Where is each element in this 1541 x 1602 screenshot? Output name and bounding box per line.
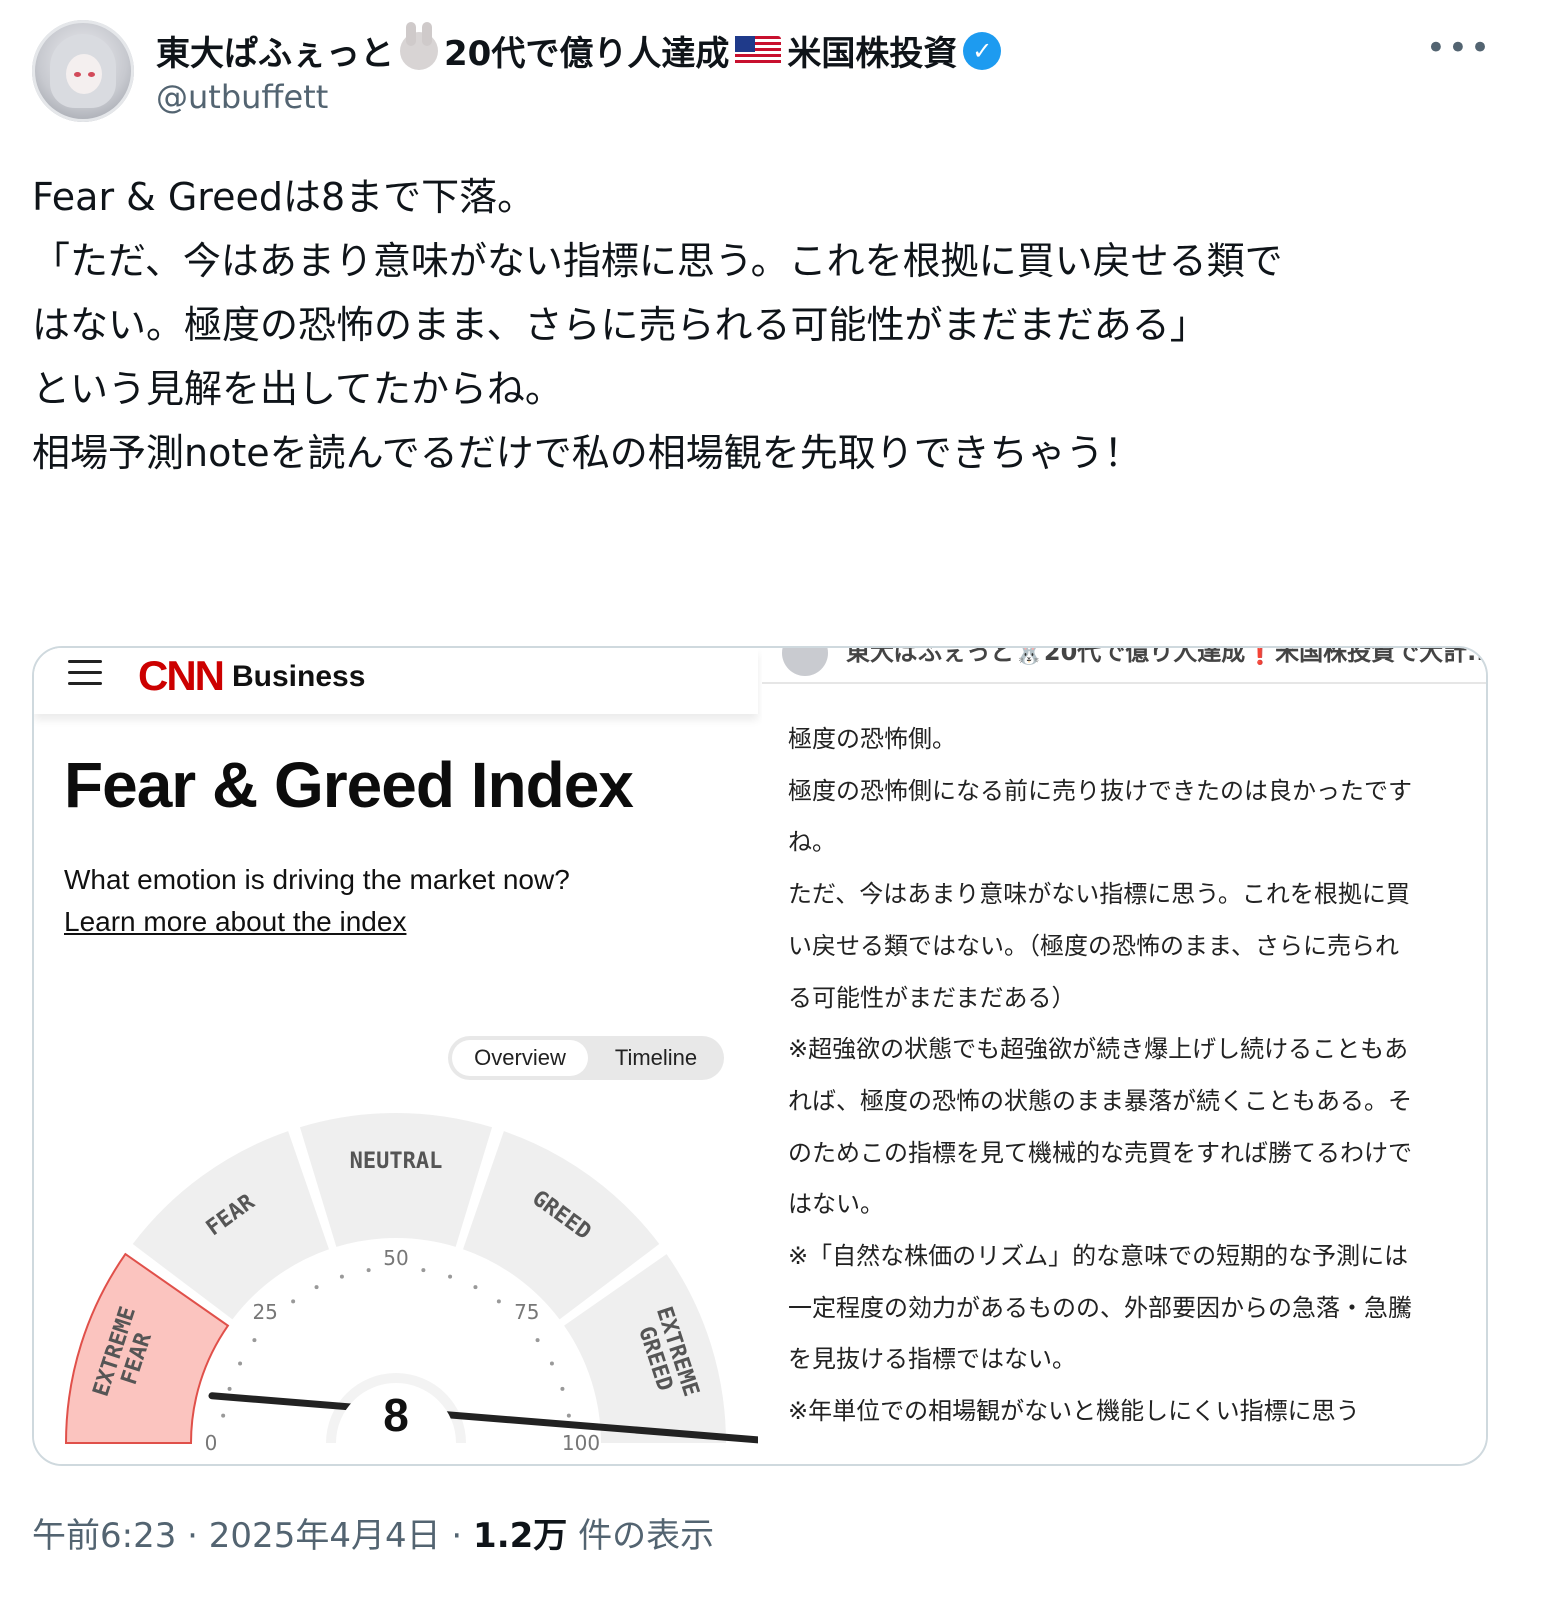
more-options-icon[interactable]: ••• — [1426, 28, 1492, 68]
note-line: ただ、今はあまり意味がない指標に思う。これを根拠に買 — [788, 880, 1410, 909]
cnn-logo: CNN — [138, 652, 225, 699]
hamburger-menu-icon — [68, 660, 102, 686]
fear-greed-title: Fear & Greed Index — [64, 749, 634, 821]
gauge-tick-dot — [421, 1268, 426, 1273]
gauge-tick-label: 75 — [514, 1300, 539, 1324]
note-author-name: 東大ぱふぇっと🐰20代で億り人達成❗米国株投資で大計... — [846, 648, 1486, 666]
note-author-avatar — [782, 648, 828, 676]
tweet-line: Fear & Greedは8まで下落。 — [32, 175, 536, 219]
gauge-value: 8 — [383, 1389, 409, 1441]
gauge-tick-dot — [291, 1299, 296, 1304]
tweet-line: 「ただ、今はあまり意味がない指標に思う。これを根拠に買い戻せる類で — [32, 239, 1283, 283]
note-header: 東大ぱふぇっと🐰20代で億り人達成❗米国株投資で大計... — [762, 648, 1486, 684]
tweet-line: という見解を出してたからね。 — [32, 367, 563, 411]
author-handle[interactable]: @utbuffett — [156, 78, 328, 116]
note-screenshot: 東大ぱふぇっと🐰20代で億り人達成❗米国株投資で大計... 極度の恐怖側。 極度… — [762, 648, 1486, 1464]
cnn-section-label: Business — [232, 660, 366, 693]
note-line: れば、極度の恐怖の状態のまま暴落が続くこともある。そ — [788, 1086, 1412, 1115]
gauge-tick-dot — [221, 1413, 226, 1418]
tab-overview: Overview — [452, 1040, 588, 1076]
author-name-part3: 米国株投資 — [787, 34, 958, 74]
tweet-header: 東大ぱふぇっと 20代で億り人達成 米国株投資 ✓ @utbuffett ••• — [32, 20, 1512, 130]
author-name-part2: 20代で億り人達成 — [444, 34, 730, 74]
tweet-time[interactable]: 午前6:23 — [32, 1516, 176, 1556]
verified-badge-icon: ✓ — [963, 31, 1002, 70]
note-line: を見抜ける指標ではない。 — [788, 1345, 1076, 1374]
gauge-tick-dot — [448, 1274, 453, 1279]
gauge-tick-dot — [560, 1386, 565, 1391]
author-name-part1: 東大ぱふぇっと — [156, 34, 394, 74]
gauge-tick-dot — [549, 1361, 554, 1366]
tab-timeline: Timeline — [614, 1045, 698, 1070]
note-line: のためこの指標を見て機械的な売買をすれば勝てるわけで — [788, 1138, 1412, 1167]
fear-greed-question: What emotion is driving the market now? — [64, 864, 570, 895]
learn-more-link: Learn more about the index — [64, 906, 407, 937]
tweet-text: Fear & Greedは8まで下落。 「ただ、今はあまり意味がない指標に思う。… — [32, 165, 1502, 485]
author-display-name[interactable]: 東大ぱふぇっと 20代で億り人達成 米国株投資 ✓ — [156, 21, 1002, 75]
tweet-media[interactable]: CNN Business Fear & Greed Index What emo… — [32, 646, 1488, 1466]
gauge-tick-dot — [535, 1338, 540, 1343]
note-body: 極度の恐怖側。 極度の恐怖側になる前に売り抜けできたのは良かったです ね。 ただ… — [788, 714, 1468, 1438]
rabbit-icon — [400, 21, 438, 70]
tweet-footer: 午前6:23 · 2025年4月4日 · 1.2万 件の表示 — [32, 1508, 714, 1557]
gauge-tick-dot — [227, 1386, 232, 1391]
view-count: 1.2万 — [473, 1516, 568, 1556]
note-line: はない。 — [788, 1190, 884, 1219]
view-toggle: Overview Timeline — [448, 1036, 724, 1080]
note-line: 一定程度の効力があるものの、外部要因からの急落・急騰 — [788, 1293, 1412, 1322]
gauge-tick-dot — [496, 1299, 501, 1304]
gauge-zone-label: NEUTRAL — [350, 1149, 443, 1174]
gauge-tick-dot — [339, 1274, 344, 1279]
author-avatar[interactable] — [32, 20, 134, 122]
gauge-tick-label: 100 — [562, 1431, 600, 1455]
footer-separator: · — [187, 1516, 198, 1556]
gauge-tick-dot — [314, 1285, 319, 1290]
note-line: る可能性がまだまだある） — [788, 983, 1076, 1012]
footer-separator: · — [451, 1516, 463, 1556]
gauge-tick-dot — [473, 1285, 478, 1290]
note-line: 極度の恐怖側。 — [788, 725, 956, 753]
gauge-tick-dot — [566, 1413, 571, 1418]
gauge-tick-dot — [252, 1338, 257, 1343]
tweet-line: はない。極度の恐怖のまま、さらに売られる可能性がまだまだある」 — [32, 303, 1208, 347]
note-line: ね。 — [788, 828, 836, 857]
gauge-tick-label: 50 — [383, 1246, 408, 1270]
note-line: ※年単位での相場観がないと機能しにくい指標に思う — [788, 1397, 1360, 1426]
gauge-zone-neutral — [299, 1113, 493, 1247]
gauge-tick-label: 25 — [252, 1300, 277, 1324]
note-line: 極度の恐怖側になる前に売り抜けできたのは良かったです — [788, 776, 1412, 805]
us-flag-icon — [735, 35, 782, 66]
note-line: い戻せる類ではない。（極度の恐怖のまま、さらに売られ — [788, 931, 1400, 960]
gauge-tick-dot — [366, 1268, 371, 1273]
tweet-date[interactable]: 2025年4月4日 — [209, 1516, 441, 1556]
cnn-topbar: CNN Business — [34, 648, 758, 714]
note-line: ※超強欲の状態でも超強欲が続き爆上げし続けることもあ — [788, 1035, 1409, 1064]
gauge-tick-label: 0 — [205, 1431, 218, 1455]
gauge-tick-dot — [238, 1361, 243, 1366]
tweet-line: 相場予測noteを読んでるだけで私の相場観を先取りできちゃう！ — [32, 431, 1142, 475]
view-count-label: 件の表示 — [578, 1516, 715, 1556]
note-line: ※「自然な株価のリズム」的な意味での短期的な予測には — [788, 1242, 1409, 1271]
cnn-screenshot: CNN Business Fear & Greed Index What emo… — [34, 648, 758, 1464]
fear-greed-gauge: EXTREMEFEARFEARNEUTRALGREEDEXTREMEGREED0… — [64, 1113, 758, 1455]
